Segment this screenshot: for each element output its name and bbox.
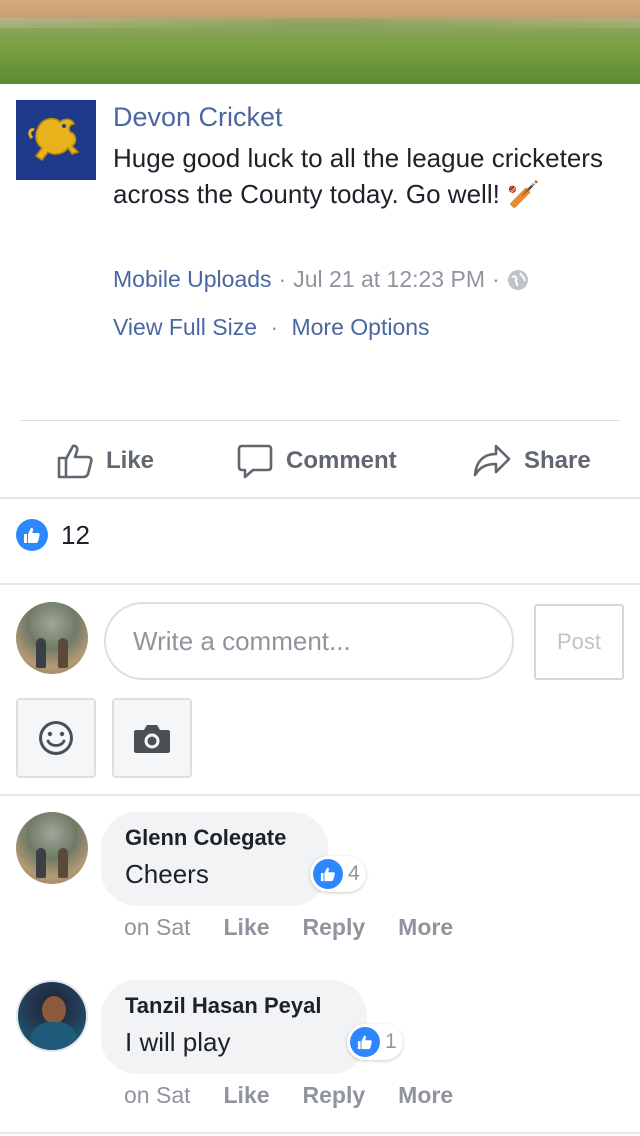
comment-button[interactable]: Comment <box>236 430 397 492</box>
comment-input[interactable]: Write a comment... <box>104 602 514 680</box>
comment-bubble: Glenn Colegate Cheers <box>101 812 328 906</box>
emoji-button[interactable] <box>16 698 96 778</box>
section-divider <box>0 583 640 585</box>
current-user-avatar[interactable] <box>16 602 88 674</box>
comment-meta: on Sat Like Reply More <box>124 1082 486 1109</box>
photo-actions: View Full Size · More Options <box>113 314 430 341</box>
post-text: Huge good luck to all the league cricket… <box>113 143 603 209</box>
album-link[interactable]: Mobile Uploads <box>113 266 272 293</box>
comment-time: on Sat <box>124 914 191 940</box>
cover-image <box>0 0 640 84</box>
comment-like-number: 1 <box>385 1030 397 1053</box>
meta-separator: · <box>278 266 287 292</box>
like-icon <box>313 859 343 889</box>
camera-button[interactable] <box>112 698 192 778</box>
share-label: Share <box>524 447 591 474</box>
meta-separator: · <box>270 314 279 340</box>
more-options-link[interactable]: More Options <box>291 314 429 340</box>
thumbs-up-icon <box>57 444 93 479</box>
like-button[interactable]: Like <box>56 430 154 492</box>
share-arrow-icon <box>473 444 511 477</box>
comment-more-button[interactable]: More <box>398 1082 453 1109</box>
comment-like-number: 4 <box>348 862 360 885</box>
comment-like-count[interactable]: 1 <box>347 1024 403 1060</box>
comment-reply-button[interactable]: Reply <box>303 914 366 941</box>
post-comment-button[interactable]: Post <box>534 604 624 680</box>
comment-label: Comment <box>286 447 397 474</box>
comment-text: I will play <box>125 1027 231 1057</box>
page-name-link[interactable]: Devon Cricket <box>113 102 283 133</box>
like-label: Like <box>106 447 155 474</box>
comment-bubble-icon <box>237 444 273 479</box>
comment-like-button[interactable]: Like <box>224 914 270 941</box>
section-divider <box>0 1132 640 1134</box>
post-meta: Mobile Uploads · Jul 21 at 12:23 PM · <box>113 266 529 293</box>
reaction-count: 12 <box>61 519 90 550</box>
comment-like-count[interactable]: 4 <box>310 856 366 892</box>
comment-more-button[interactable]: More <box>398 914 453 941</box>
comment-time: on Sat <box>124 1082 191 1108</box>
camera-icon <box>134 725 170 753</box>
globe-icon <box>507 269 528 290</box>
post-action-bar: Like Comment Share <box>0 430 640 492</box>
reaction-summary[interactable]: 12 <box>16 519 90 551</box>
comment-meta: on Sat Like Reply More <box>124 914 486 941</box>
comment-author[interactable]: Tanzil Hasan Peyal <box>125 992 343 1020</box>
comment-author[interactable]: Glenn Colegate <box>125 824 304 852</box>
comment-bubble: Tanzil Hasan Peyal I will play <box>101 980 367 1074</box>
commenter-avatar[interactable] <box>16 980 88 1052</box>
meta-separator: · <box>492 266 500 292</box>
share-button[interactable]: Share <box>472 430 591 492</box>
comment-text: Cheers <box>125 859 209 889</box>
comment-reply-button[interactable]: Reply <box>303 1082 366 1109</box>
like-icon <box>16 519 48 551</box>
post-timestamp[interactable]: Jul 21 at 12:23 PM <box>293 266 485 293</box>
view-full-size-link[interactable]: View Full Size <box>113 314 257 340</box>
divider <box>20 420 620 421</box>
section-divider <box>0 497 640 499</box>
section-divider <box>0 794 640 796</box>
commenter-avatar[interactable] <box>16 812 88 884</box>
like-icon <box>350 1027 380 1057</box>
lion-crest-icon <box>28 117 80 162</box>
comment-like-button[interactable]: Like <box>224 1082 270 1109</box>
smiley-icon <box>39 721 73 755</box>
page-logo[interactable] <box>16 100 96 180</box>
